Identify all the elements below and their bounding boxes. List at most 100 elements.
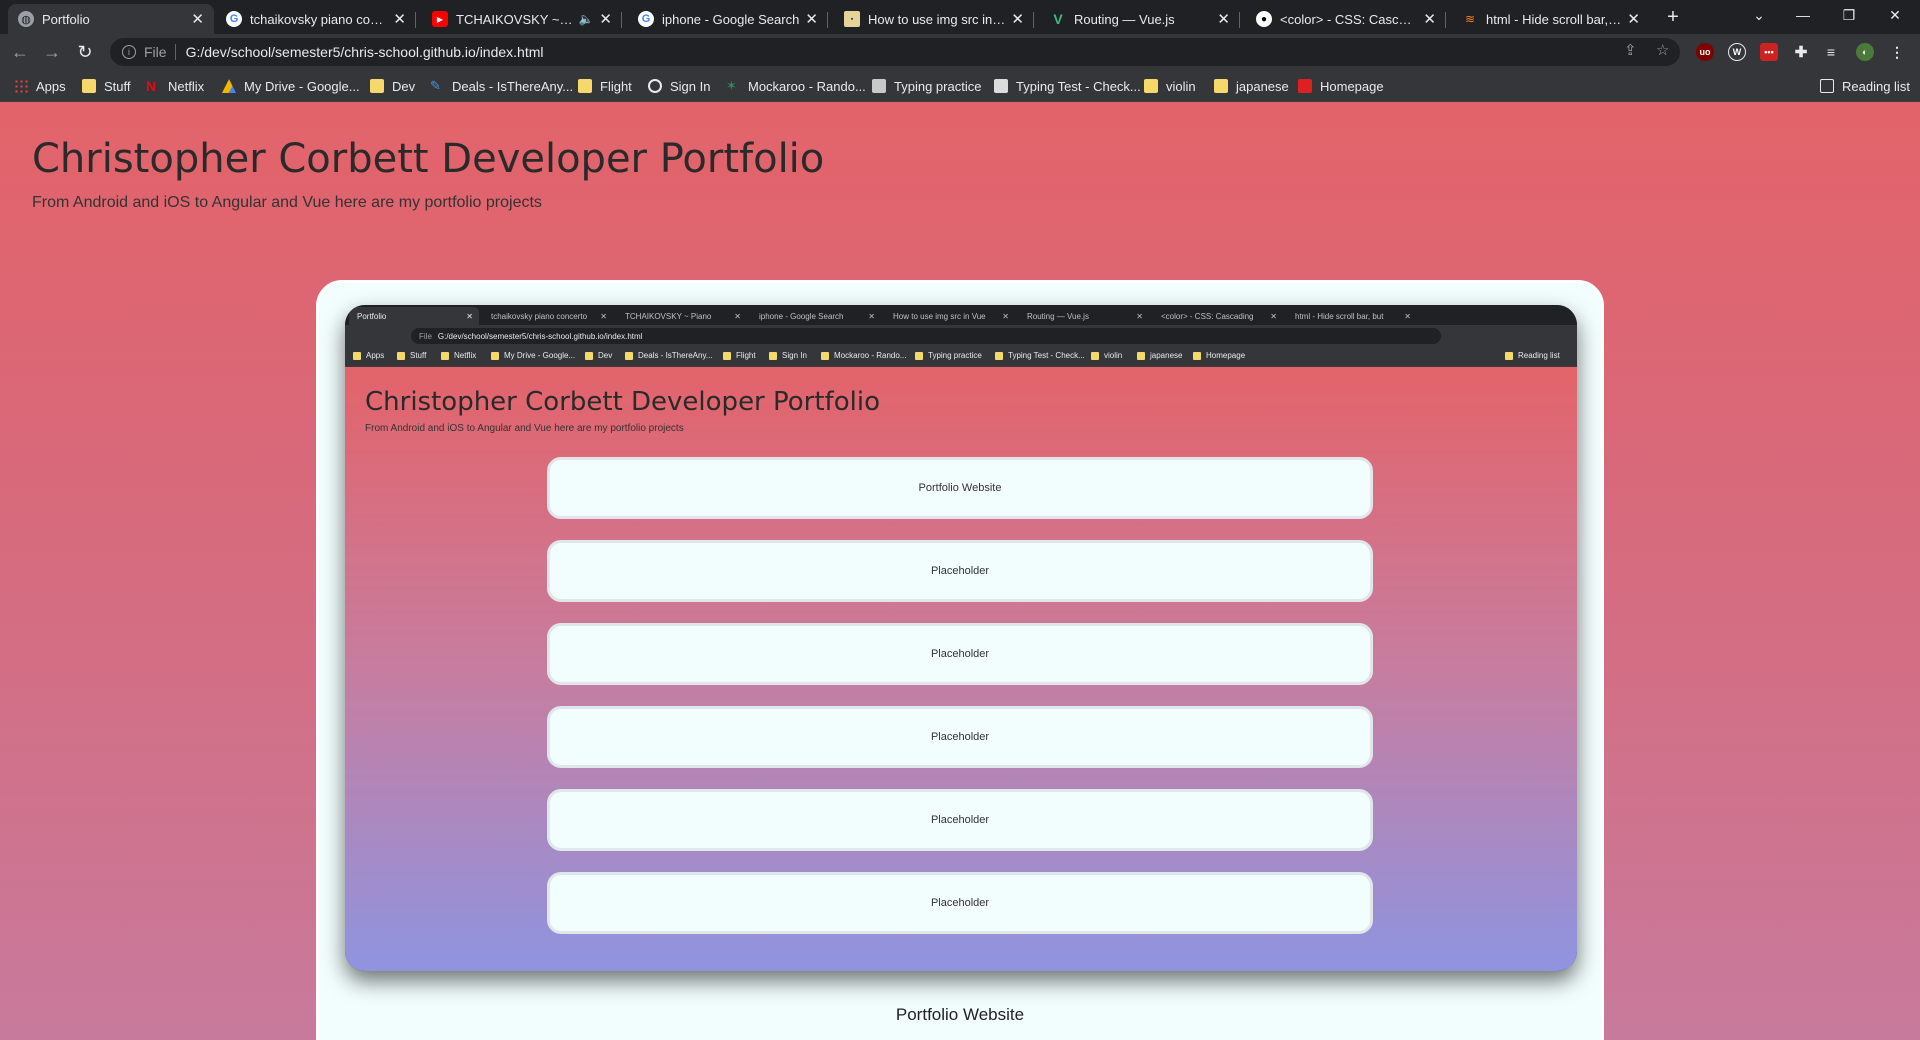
- restore-icon[interactable]: ❐: [1826, 0, 1872, 30]
- menu-icon[interactable]: ⋮: [1888, 43, 1906, 61]
- tab-portfolio[interactable]: ◍ Portfolio ✕: [8, 4, 214, 34]
- lastpass-icon[interactable]: •••: [1760, 43, 1778, 61]
- tab-title: Routing — Vue.js: [1074, 11, 1175, 27]
- apps-grid-icon: [14, 79, 28, 93]
- globe-icon: ◍: [18, 11, 34, 27]
- close-icon[interactable]: ✕: [191, 10, 204, 28]
- tab-img-src[interactable]: ▪ How to use img src in Vue ✕: [834, 4, 1034, 34]
- audio-icon[interactable]: 🔈: [578, 12, 593, 26]
- share-icon[interactable]: ⇪: [1624, 41, 1637, 59]
- preview-tab: Routing — Vue.js ✕: [1027, 311, 1143, 321]
- page-subtitle: From Android and iOS to Angular and Vue …: [32, 194, 542, 211]
- preview-tab: Portfolio ✕: [349, 307, 479, 325]
- address-bar[interactable]: i File G:/dev/school/semester5/chris-sch…: [110, 38, 1680, 66]
- url-text[interactable]: G:/dev/school/semester5/chris-school.git…: [186, 44, 544, 60]
- preview-tab-strip: Portfolio ✕ tchaikovsky piano concerto ✕ T…: [345, 305, 1577, 325]
- preview-tab: html - Hide scroll bar, but ✕: [1295, 311, 1411, 321]
- bookmark-stuff[interactable]: Stuff: [82, 76, 131, 96]
- window-close-icon[interactable]: ✕: [1872, 0, 1918, 30]
- bookmark-my-drive[interactable]: My Drive - Google...: [222, 76, 360, 96]
- close-icon[interactable]: ✕: [393, 10, 406, 28]
- scheme-label: File: [144, 44, 167, 60]
- reading-list-icon: [1820, 79, 1834, 93]
- preview-tab: iphone - Google Search ✕: [759, 311, 875, 321]
- new-tab-icon[interactable]: +: [1650, 2, 1696, 32]
- preview-page: Christopher Corbett Developer Portfolio …: [345, 367, 1577, 971]
- bookmark-apps[interactable]: Apps: [14, 76, 66, 96]
- preview-button: Portfolio Website: [547, 457, 1373, 519]
- tab-iphone-search[interactable]: G iphone - Google Search ✕: [628, 4, 828, 34]
- preview-tab: How to use img src in Vue ✕: [893, 311, 1009, 321]
- page-title: Christopher Corbett Developer Portfolio: [32, 136, 825, 182]
- tab-title: Portfolio: [42, 11, 90, 27]
- tab-mdn-color[interactable]: ● <color> - CSS: Cascading ✕: [1246, 4, 1446, 34]
- bookmark-homepage[interactable]: Homepage: [1298, 76, 1384, 96]
- bookmark-typing-test[interactable]: Typing Test - Check...: [994, 76, 1141, 96]
- deals-icon: ✎: [430, 78, 441, 93]
- card-caption[interactable]: Portfolio Website: [319, 1005, 1601, 1025]
- bookmark-sign-in[interactable]: Sign In: [648, 76, 710, 96]
- bookmark-dev[interactable]: Dev: [370, 76, 415, 96]
- forward-icon[interactable]: →: [40, 40, 64, 64]
- reload-icon[interactable]: ↻: [73, 40, 97, 64]
- extension-w-icon[interactable]: W: [1728, 43, 1746, 61]
- tab-title: TCHAIKOVSKY ~ Piano: [456, 11, 575, 27]
- back-icon[interactable]: ←: [8, 40, 32, 64]
- bookmark-deals[interactable]: ✎ Deals - IsThereAny...: [430, 76, 573, 96]
- folder-icon: [1144, 79, 1158, 93]
- bookmark-mockaroo[interactable]: ✶ Mockaroo - Rando...: [726, 76, 866, 96]
- preview-tab: <color> - CSS: Cascading ✕: [1161, 311, 1277, 321]
- media-queue-icon[interactable]: ≡: [1822, 43, 1840, 61]
- close-icon[interactable]: ✕: [1011, 10, 1024, 28]
- mdn-icon: ●: [1256, 11, 1272, 27]
- avatar[interactable]: ◐: [1856, 43, 1874, 61]
- bookmark-netflix[interactable]: N Netflix: [146, 76, 204, 96]
- google-icon: G: [226, 11, 242, 27]
- bookmark-japanese[interactable]: japanese: [1214, 76, 1289, 96]
- minimize-icon[interactable]: —: [1780, 0, 1826, 30]
- close-icon[interactable]: ✕: [1217, 10, 1230, 28]
- tab-title: tchaikovsky piano concerto: [250, 11, 387, 27]
- site-icon: ▪: [844, 11, 860, 27]
- bookmark-violin[interactable]: violin: [1144, 76, 1196, 96]
- drive-icon: [222, 79, 236, 93]
- tab-tchaikovsky-search[interactable]: G tchaikovsky piano concerto ✕: [216, 4, 416, 34]
- homepage-icon: [1298, 79, 1312, 93]
- netflix-icon: N: [146, 78, 157, 94]
- folder-icon: [578, 79, 592, 93]
- typing-test-icon: [994, 79, 1008, 93]
- tab-title: html - Hide scroll bar, but: [1486, 11, 1622, 27]
- typing-icon: [872, 79, 886, 93]
- preview-tab: TCHAIKOVSKY ~ Piano ✕: [625, 311, 741, 321]
- star-icon[interactable]: ☆: [1656, 41, 1669, 59]
- preview-button: Placeholder: [547, 706, 1373, 768]
- reading-list-button[interactable]: Reading list: [1820, 76, 1910, 96]
- youtube-icon: ▶: [432, 11, 448, 27]
- extensions-puzzle-icon[interactable]: ✚: [1792, 43, 1810, 61]
- tab-stackoverflow[interactable]: ≋ html - Hide scroll bar, but ✕: [1452, 4, 1650, 34]
- folder-icon: [1214, 79, 1228, 93]
- globe-icon: [648, 79, 662, 93]
- preview-bookmarks-bar: Apps Stuff Netflix My Drive - Google... …: [345, 347, 1577, 367]
- tab-tchaikovsky-youtube[interactable]: ▶ TCHAIKOVSKY ~ Piano 🔈 ✕: [422, 4, 622, 34]
- info-icon[interactable]: i: [122, 45, 136, 59]
- close-icon[interactable]: ✕: [1423, 10, 1436, 28]
- bookmark-typing-practice[interactable]: Typing practice: [872, 76, 981, 96]
- stackoverflow-icon: ≋: [1464, 12, 1476, 26]
- bookmark-flight[interactable]: Flight: [578, 76, 632, 96]
- tab-vue-routing[interactable]: V Routing — Vue.js ✕: [1040, 4, 1240, 34]
- ublock-icon[interactable]: uo: [1696, 43, 1714, 61]
- mockaroo-icon: ✶: [726, 78, 737, 93]
- tab-title: How to use img src in Vue: [868, 11, 1006, 27]
- preview-subtitle: From Android and iOS to Angular and Vue …: [365, 423, 684, 434]
- tab-title: <color> - CSS: Cascading: [1280, 11, 1418, 27]
- project-card[interactable]: Portfolio ✕ tchaikovsky piano concerto ✕ T…: [316, 280, 1604, 1040]
- close-icon[interactable]: ✕: [1627, 10, 1640, 28]
- close-icon[interactable]: ✕: [805, 10, 818, 28]
- folder-icon: [82, 79, 96, 93]
- preview-tab: tchaikovsky piano concerto ✕: [491, 311, 607, 321]
- preview-button: Placeholder: [547, 540, 1373, 602]
- close-icon[interactable]: ✕: [599, 10, 612, 28]
- tab-search-icon[interactable]: ⌄: [1736, 0, 1782, 30]
- folder-icon: [370, 79, 384, 93]
